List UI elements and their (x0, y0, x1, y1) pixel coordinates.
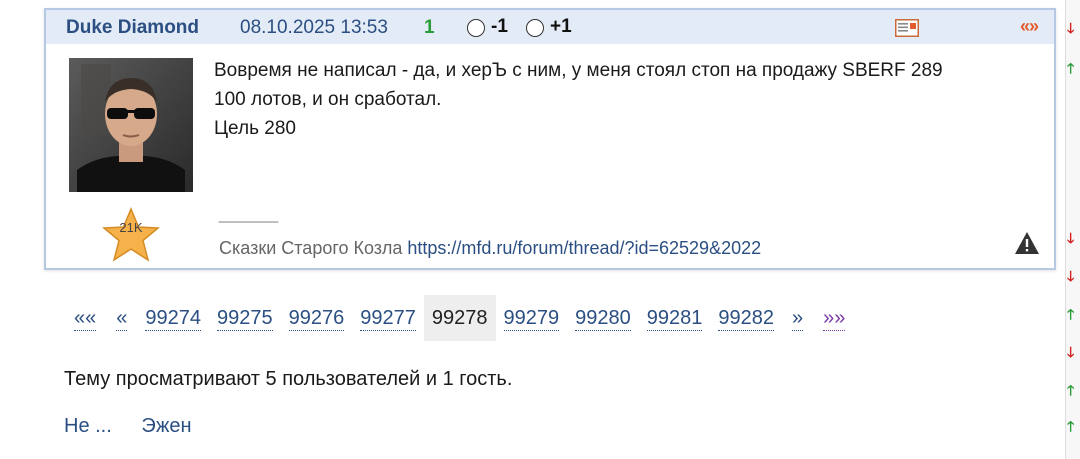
page-link-99282[interactable]: 99282 (710, 295, 782, 341)
right-side-strip: 🡓 🡑 🡓 🡓 🡑 🡓 🡑 🡑 (1065, 0, 1080, 459)
signature-divider: -------------------- (218, 214, 279, 228)
viewing-user-link[interactable]: Не ... (64, 415, 112, 437)
pagination: «« « 99274 99275 99276 99277 99278 99279… (64, 295, 855, 341)
down-arrow-icon: 🡓 (1067, 20, 1075, 36)
signature-link[interactable]: https://mfd.ru/forum/thread/?id=62529&20… (407, 238, 761, 258)
page-first-link[interactable]: «« (64, 295, 106, 341)
business-card-icon[interactable] (895, 19, 919, 37)
vote-minus-radio[interactable] (467, 19, 485, 37)
post-text-line: 100 лотов, и он сработал. (214, 89, 442, 110)
post-datetime[interactable]: 08.10.2025 13:53 (240, 17, 388, 39)
vote-plus-radio[interactable] (526, 19, 544, 37)
rating-star-icon: 21K (102, 207, 160, 262)
down-arrow-icon: 🡓 (1067, 268, 1075, 284)
post-header: Duke Diamond 08.10.2025 13:53 1 -1 +1 «» (46, 10, 1054, 44)
page-link-99274[interactable]: 99274 (137, 295, 209, 341)
up-arrow-icon: 🡑 (1067, 306, 1075, 322)
signature: Сказки Старого Козла https://mfd.ru/foru… (219, 238, 761, 259)
signature-text: Сказки Старого Козла (219, 238, 403, 258)
page-link-99277[interactable]: 99277 (352, 295, 424, 341)
page-last-link[interactable]: »» (813, 295, 855, 341)
page-link-99281[interactable]: 99281 (639, 295, 711, 341)
down-arrow-icon: 🡓 (1067, 344, 1075, 360)
avatar-portrait-image (69, 58, 193, 192)
warning-icon[interactable] (1014, 231, 1040, 255)
down-arrow-icon: 🡓 (1067, 230, 1075, 246)
rating-label: 21K (119, 220, 142, 235)
post-nav-icon[interactable]: «» (1020, 16, 1039, 37)
post-score: 1 (424, 17, 435, 38)
page-link-99275[interactable]: 99275 (209, 295, 281, 341)
vote-plus-label[interactable]: +1 (550, 16, 572, 38)
vote-minus-label[interactable]: -1 (491, 16, 508, 38)
up-arrow-icon: 🡑 (1067, 382, 1075, 398)
page-prev-link[interactable]: « (106, 295, 137, 341)
page-current: 99278 (423, 295, 496, 341)
up-arrow-icon: 🡑 (1067, 60, 1075, 76)
page-link-99279[interactable]: 99279 (496, 295, 568, 341)
page-link-99280[interactable]: 99280 (567, 295, 639, 341)
viewing-user-link[interactable]: Эжен (141, 415, 191, 437)
page-link-99276[interactable]: 99276 (281, 295, 353, 341)
viewers-info: Тему просматривают 5 пользователей и 1 г… (64, 368, 513, 390)
page-next-link[interactable]: » (782, 295, 813, 341)
author-name[interactable]: Duke Diamond (66, 17, 199, 39)
avatar[interactable] (69, 58, 193, 192)
post-text-line: Цель 280 (214, 118, 296, 139)
forum-post: Duke Diamond 08.10.2025 13:53 1 -1 +1 «» (44, 8, 1056, 270)
post-text-line: Вовремя не написал - да, и херЪ с ним, у… (214, 60, 943, 81)
viewing-users-list: Не ... Эжен (64, 415, 216, 438)
up-arrow-icon: 🡑 (1067, 418, 1075, 434)
post-body: Вовремя не написал - да, и херЪ с ним, у… (214, 56, 1044, 143)
